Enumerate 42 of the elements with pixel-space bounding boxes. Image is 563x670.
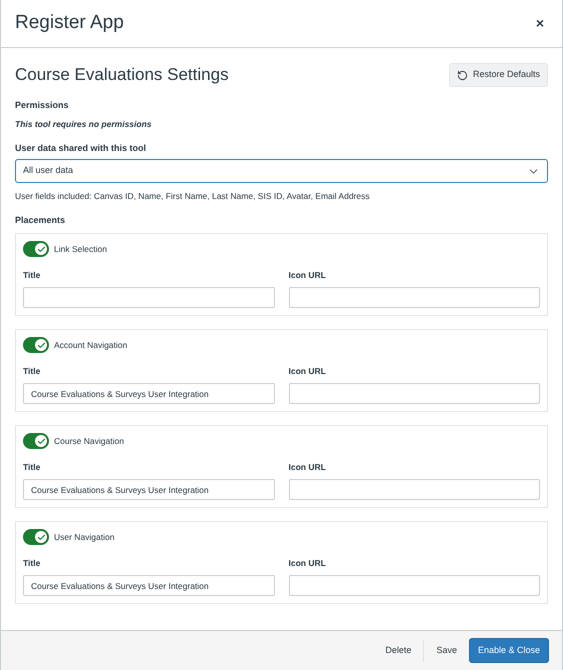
field-label: Title <box>23 365 42 377</box>
field-label: Title <box>23 461 42 473</box>
icon-url-field[interactable] <box>288 287 540 308</box>
toggle-switch[interactable] <box>23 529 49 545</box>
check-icon <box>36 244 46 254</box>
check-icon <box>36 436 46 446</box>
placement-name: Course Navigation <box>54 434 124 448</box>
permissions-label: Permissions <box>15 99 70 111</box>
restore-defaults-button[interactable]: Restore Defaults <box>448 63 548 87</box>
field-label: Icon URL <box>288 557 327 569</box>
icon-url-field[interactable] <box>288 575 540 596</box>
icon-url-field[interactable] <box>288 479 540 500</box>
placements-label: Placements <box>15 214 66 226</box>
field-label: Title <box>23 269 42 281</box>
section-heading: Course Evaluations Settings <box>15 64 229 86</box>
reset-icon <box>456 70 468 80</box>
title-field[interactable]: Course Evaluations & Surveys User Integration <box>23 479 274 500</box>
title-field[interactable]: Course Evaluations & Surveys User Integration <box>23 575 274 596</box>
footer-button[interactable]: Delete <box>377 638 420 663</box>
field-label: Title <box>23 557 42 569</box>
dialog-title: Register App <box>15 11 124 36</box>
toggle-switch[interactable] <box>23 433 49 449</box>
field-label: Icon URL <box>288 461 327 473</box>
field-label: Icon URL <box>288 365 327 377</box>
icon-url-field[interactable] <box>288 383 540 404</box>
user-data-select[interactable]: All user data <box>15 159 548 183</box>
check-icon <box>36 340 46 350</box>
close-button[interactable]: × <box>536 13 544 34</box>
permissions-note: This tool requires no permissions <box>15 118 152 130</box>
check-icon <box>36 532 46 542</box>
placement-name: Account Navigation <box>54 338 128 352</box>
field-label: Icon URL <box>288 269 327 281</box>
footer-button[interactable]: Enable & Close <box>468 638 549 663</box>
toggle-switch[interactable] <box>23 337 49 353</box>
user-data-label: User data shared with this tool <box>15 142 148 154</box>
placement-name: Link Selection <box>54 242 107 256</box>
toggle-switch[interactable] <box>23 241 49 257</box>
footer-button[interactable]: Save <box>428 638 465 663</box>
title-field[interactable] <box>23 287 274 308</box>
placement-name: User Navigation <box>54 530 114 544</box>
user-fields-note: User fields included: Canvas ID, Name, First Name, Last Name, SIS ID, Avatar, Email Address <box>15 190 371 202</box>
title-field[interactable]: Course Evaluations & Surveys User Integration <box>23 383 274 404</box>
